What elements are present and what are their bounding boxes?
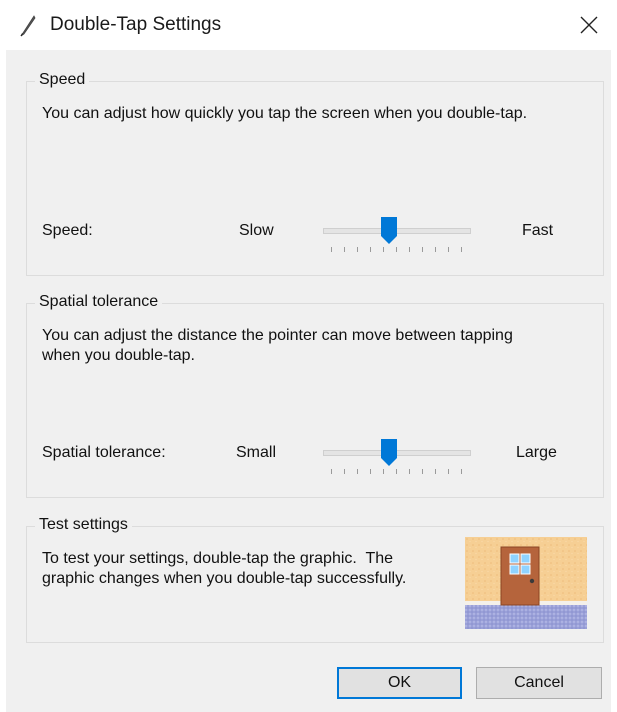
- spatial-tolerance-slider-ticks: [323, 469, 469, 475]
- slider-tick: [357, 469, 358, 474]
- slider-tick: [344, 247, 345, 252]
- slider-tick: [435, 247, 436, 252]
- slider-tick: [370, 247, 371, 252]
- slider-tick: [448, 469, 449, 474]
- cancel-button[interactable]: Cancel: [476, 667, 602, 699]
- dialog-body: Speed You can adjust how quickly you tap…: [6, 50, 611, 712]
- spatial-tolerance-slider-thumb[interactable]: [380, 439, 397, 467]
- speed-slider-track: [323, 228, 471, 234]
- spatial-tolerance-group-label: Spatial tolerance: [35, 293, 163, 311]
- slider-tick: [461, 247, 462, 252]
- speed-slider-ticks: [323, 247, 469, 253]
- slider-tick: [448, 247, 449, 252]
- speed-group: Speed You can adjust how quickly you tap…: [26, 71, 604, 276]
- slider-tick: [383, 247, 384, 252]
- test-settings-description-line2: graphic changes when you double-tap succ…: [42, 570, 407, 587]
- title-bar[interactable]: Double-Tap Settings: [0, 0, 617, 50]
- close-icon: [580, 16, 598, 34]
- speed-min-label: Slow: [239, 222, 274, 239]
- speed-slider[interactable]: [323, 217, 473, 257]
- spatial-tolerance-slider[interactable]: [323, 439, 473, 479]
- slider-tick: [357, 247, 358, 252]
- slider-tick: [409, 247, 410, 252]
- slider-tick: [409, 469, 410, 474]
- close-button[interactable]: [571, 8, 607, 42]
- slider-tick: [435, 469, 436, 474]
- spatial-tolerance-group: Spatial tolerance You can adjust the dis…: [26, 293, 604, 498]
- speed-group-label: Speed: [35, 71, 90, 89]
- spatial-tolerance-description-line1: You can adjust the distance the pointer …: [42, 327, 513, 344]
- pen-icon: [20, 15, 36, 37]
- spatial-tolerance-min-label: Small: [236, 444, 277, 461]
- door-test-graphic[interactable]: [465, 537, 587, 629]
- ok-button[interactable]: OK: [337, 667, 462, 699]
- test-settings-group-label: Test settings: [35, 516, 132, 534]
- spatial-tolerance-description-line2: when you double-tap.: [42, 347, 195, 364]
- spatial-tolerance-row-label: Spatial tolerance:: [42, 444, 166, 461]
- window-title: Double-Tap Settings: [50, 14, 222, 35]
- slider-tick: [396, 247, 397, 252]
- spatial-tolerance-slider-track: [323, 450, 471, 456]
- slider-tick: [422, 469, 423, 474]
- speed-row-label: Speed:: [42, 222, 93, 239]
- slider-tick: [461, 469, 462, 474]
- speed-description: You can adjust how quickly you tap the s…: [42, 105, 528, 122]
- slider-tick: [422, 247, 423, 252]
- speed-max-label: Fast: [522, 222, 554, 239]
- slider-tick: [331, 469, 332, 474]
- test-settings-group: Test settings To test your settings, dou…: [26, 516, 604, 643]
- slider-tick: [383, 469, 384, 474]
- slider-tick: [396, 469, 397, 474]
- slider-tick: [344, 469, 345, 474]
- speed-slider-thumb[interactable]: [380, 217, 397, 245]
- double-tap-settings-dialog: Double-Tap Settings Speed You can adjust…: [0, 0, 617, 712]
- slider-tick: [370, 469, 371, 474]
- slider-tick: [331, 247, 332, 252]
- test-settings-description-line1: To test your settings, double-tap the gr…: [42, 550, 394, 567]
- spatial-tolerance-max-label: Large: [516, 444, 557, 461]
